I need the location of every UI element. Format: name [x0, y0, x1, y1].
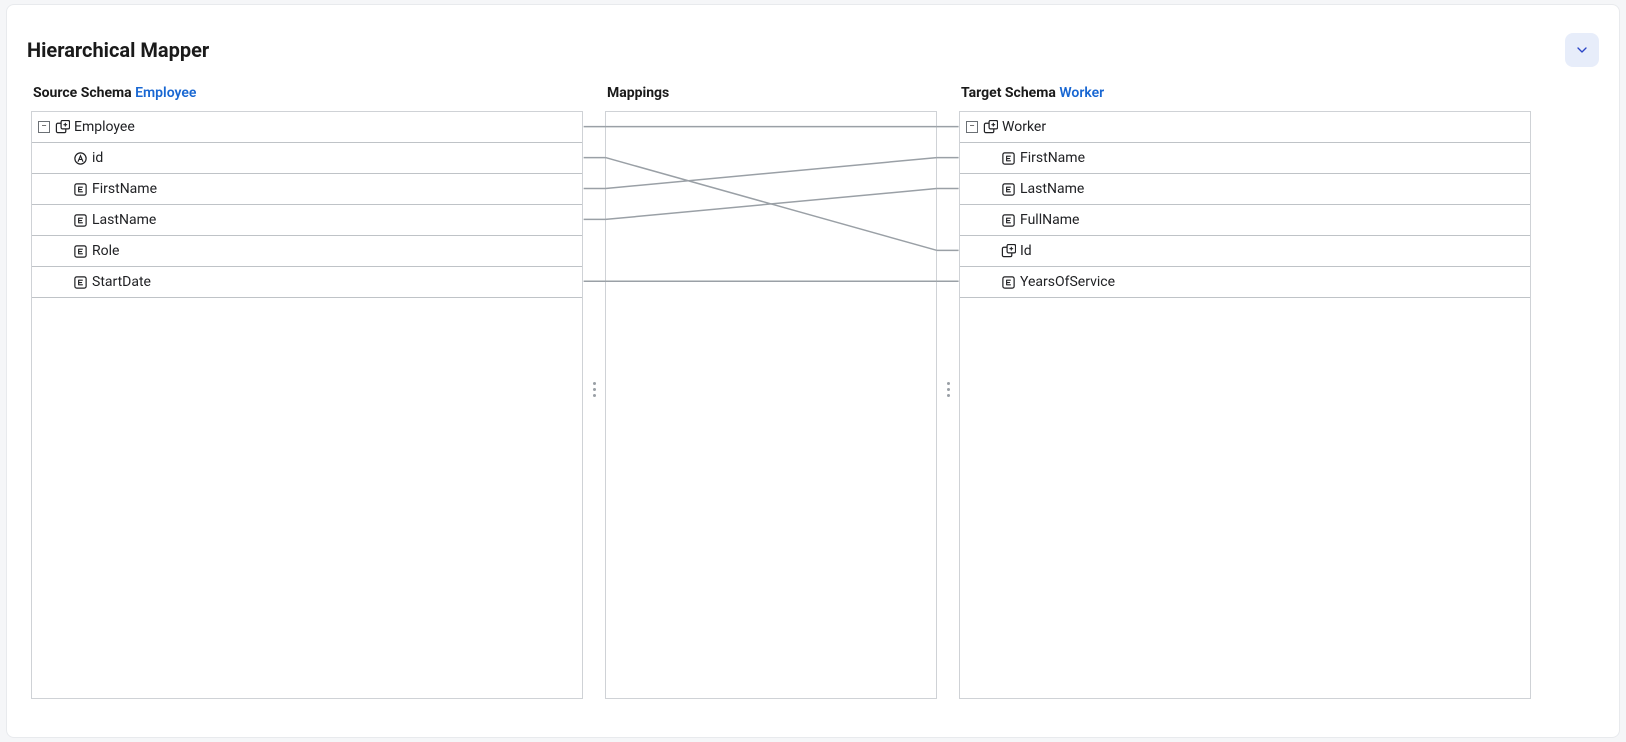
source-root-row[interactable]: Employee: [32, 112, 582, 143]
source-panel-title: Source Schema Employee: [31, 79, 583, 111]
complex-type-icon: [1000, 243, 1016, 259]
node-label: LastName: [1020, 181, 1084, 197]
node-label: Role: [92, 243, 119, 259]
target-node-row[interactable]: FullName: [960, 205, 1530, 236]
source-schema-link[interactable]: Employee: [135, 85, 196, 101]
page-title: Hierarchical Mapper: [27, 38, 209, 62]
target-node-row[interactable]: LastName: [960, 174, 1530, 205]
element-type-icon: [1000, 150, 1016, 166]
element-type-icon: [72, 181, 88, 197]
source-tree: Employee id FirstName LastName Role StartDat…: [31, 111, 583, 699]
target-panel: Target Schema Worker Worker FirstName Las…: [959, 79, 1531, 699]
element-type-icon: [72, 212, 88, 228]
node-label: FirstName: [1020, 150, 1085, 166]
chevron-down-icon: [1574, 42, 1590, 58]
source-node-row[interactable]: id: [32, 143, 582, 174]
splitter-right[interactable]: [937, 79, 959, 699]
mapper-card: Hierarchical Mapper Source Schema Employ…: [6, 4, 1620, 738]
node-label: Employee: [74, 119, 135, 135]
source-label: Source Schema: [33, 85, 132, 101]
attribute-type-icon: [72, 150, 88, 166]
element-type-icon: [72, 243, 88, 259]
element-type-icon: [1000, 212, 1016, 228]
collapse-toggle[interactable]: [966, 121, 978, 133]
panels-row: Source Schema Employee Employee id FirstN…: [7, 79, 1619, 727]
target-root-row[interactable]: Worker: [960, 112, 1530, 143]
node-label: FullName: [1020, 212, 1079, 228]
source-node-row[interactable]: Role: [32, 236, 582, 267]
node-label: FirstName: [92, 181, 157, 197]
complex-type-icon: [54, 119, 70, 135]
collapse-toggle[interactable]: [38, 121, 50, 133]
source-node-row[interactable]: FirstName: [32, 174, 582, 205]
source-node-row[interactable]: LastName: [32, 205, 582, 236]
drag-handle-icon: [947, 382, 950, 397]
node-label: YearsOfService: [1020, 274, 1115, 290]
splitter-left[interactable]: [583, 79, 605, 699]
complex-type-icon: [982, 119, 998, 135]
target-label: Target Schema: [961, 85, 1056, 101]
collapse-button[interactable]: [1565, 33, 1599, 67]
node-label: Id: [1020, 243, 1032, 259]
target-node-row[interactable]: Id: [960, 236, 1530, 267]
target-schema-link[interactable]: Worker: [1059, 85, 1104, 101]
element-type-icon: [1000, 274, 1016, 290]
element-type-icon: [1000, 181, 1016, 197]
target-panel-title: Target Schema Worker: [959, 79, 1531, 111]
target-node-row[interactable]: FirstName: [960, 143, 1530, 174]
source-node-row[interactable]: StartDate: [32, 267, 582, 298]
node-label: Worker: [1002, 119, 1046, 135]
node-label: StartDate: [92, 274, 151, 290]
target-tree: Worker FirstName LastName FullName Id YearsO…: [959, 111, 1531, 699]
drag-handle-icon: [593, 382, 596, 397]
card-header: Hierarchical Mapper: [7, 5, 1619, 79]
node-label: LastName: [92, 212, 156, 228]
mappings-panel: Mappings: [605, 79, 937, 699]
source-panel: Source Schema Employee Employee id FirstN…: [31, 79, 583, 699]
mappings-label: Mappings: [607, 85, 669, 101]
mappings-panel-title: Mappings: [605, 79, 937, 111]
element-type-icon: [72, 274, 88, 290]
mappings-box[interactable]: [605, 111, 937, 699]
node-label: id: [92, 150, 103, 166]
target-node-row[interactable]: YearsOfService: [960, 267, 1530, 298]
